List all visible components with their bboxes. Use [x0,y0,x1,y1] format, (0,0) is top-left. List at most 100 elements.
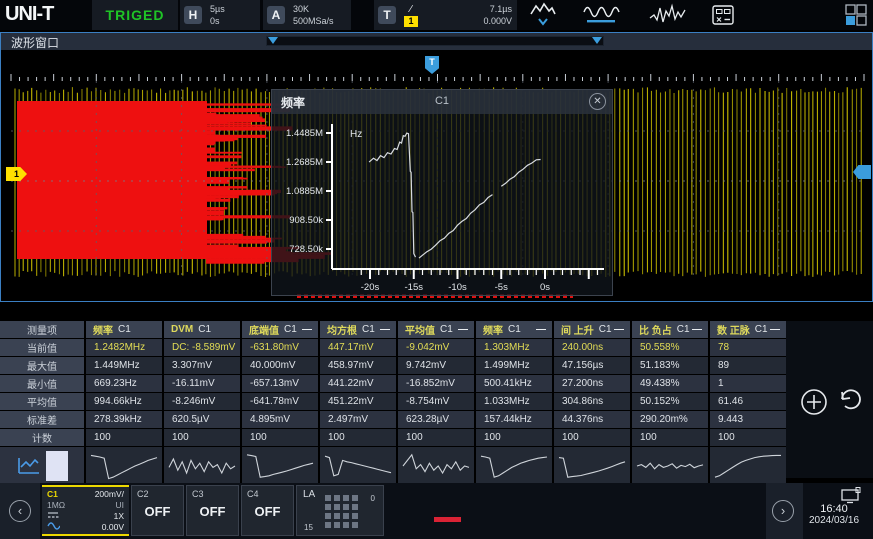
channel-c4-box[interactable]: C4OFF [241,485,294,536]
row-label-最小值: 最小值 [0,375,84,392]
channel-c3-box[interactable]: C3OFF [186,485,239,536]
svg-text:Hz: Hz [350,129,362,140]
measure-value-r4-c4: 451.22mV [320,393,396,410]
measure-value-r1-c1: 1.2482MHz [86,339,162,356]
row-label-当前值: 当前值 [0,339,84,356]
c1-bandwidth: UI [116,500,125,511]
measure-header-8[interactable]: 比 负占C1— [632,321,708,338]
range-right-handle[interactable] [592,37,602,44]
measure-value-r1-c8: 50.558% [632,339,708,356]
measure-value-r5-c2: 620.5µV [164,411,240,428]
record-indicator [434,517,461,522]
row-label-标准差: 标准差 [0,411,84,428]
table-actions [786,321,873,478]
frequency-trend-plot: 1.4485M1.2685M1.0885M908.50k728.50kHz-20… [272,114,612,295]
measure-value-r6-c6: 100 [476,429,552,446]
scroll-right-icon[interactable]: › [772,500,794,522]
time-label: 16:40 [798,503,870,515]
channel-c2-box[interactable]: C2OFF [131,485,184,536]
measure-value-r4-c8: 50.152% [632,393,708,410]
measure-value-r6-c5: 100 [398,429,474,446]
measure-header-9[interactable]: 数 正脉C1— [710,321,786,338]
trigger-panel[interactable]: T ∕ 1 7.1µs 0.000V [374,0,517,30]
trigger-key[interactable]: T [378,6,396,24]
measure-header-6[interactable]: 频率C1— [476,321,552,338]
measure-header-3[interactable]: 底端值C1— [242,321,318,338]
measure-value-r1-c6: 1.303MHz [476,339,552,356]
close-icon[interactable]: ✕ [589,93,606,110]
measure-value-r6-c1: 100 [86,429,162,446]
table-corner-label: 测量项 [0,321,84,338]
waveform-icon[interactable] [572,1,634,29]
trigger-status-panel: TRIGED [92,0,178,30]
trend-selection-box[interactable] [46,451,68,481]
popup-titlebar[interactable]: 频率 C1 ✕ [272,90,612,114]
measure-header-5[interactable]: 平均值C1— [398,321,474,338]
trigger-slope-icon: ∕ [410,4,412,15]
svg-text:908.50k: 908.50k [289,215,323,226]
scroll-left-icon[interactable]: ‹ [9,500,31,522]
measure-value-r5-c4: 2.497mV [320,411,396,428]
measure-value-r4-c5: -8.754mV [398,393,474,410]
display-layout-icon[interactable] [841,1,871,29]
measure-value-r3-c6: 500.41kHz [476,375,552,392]
measure-value-r6-c9: 100 [710,429,786,446]
measure-value-r5-c5: 623.28µV [398,411,474,428]
measure-value-r1-c5: -9.042mV [398,339,474,356]
top-status-bar: UNI-T TRIGED H 5µs 0s A 30K 500MSa/s T ∕… [0,0,873,30]
measure-value-r2-c5: 9.742mV [398,357,474,374]
acquire-key[interactable]: A [267,6,285,24]
horizontal-panel[interactable]: H 5µs 0s [180,0,260,30]
measure-header-7[interactable]: 间 上升C1— [554,321,630,338]
channel-c1-box[interactable]: C1200mV/ 1MΩUI 1X 0.00V [42,485,129,536]
acquire-panel[interactable]: A 30K 500MSa/s [263,0,351,30]
waveform-display-area[interactable]: T 1 频率 C1 ✕ 1.4485M1.2685M1.0885M908.50k… [1,50,872,301]
measure-value-r4-c3: -641.78mV [242,393,318,410]
measure-value-r3-c4: 441.22mV [320,375,396,392]
measure-value-r4-c7: 304.86ns [554,393,630,410]
waveform-window-title: 波形窗口 [11,34,59,51]
measure-value-r2-c4: 458.97mV [320,357,396,374]
la-low-bit: 15 [304,523,313,532]
measure-value-r1-c2: DC: -8.589mV [164,339,240,356]
measure-value-r6-c8: 100 [632,429,708,446]
measure-value-r1-c4: 447.17mV [320,339,396,356]
measure-value-r2-c2: 3.307mV [164,357,240,374]
sparkline-c3 [242,447,318,485]
date-label: 2024/03/16 [798,515,870,526]
svg-text:728.50k: 728.50k [289,244,323,255]
oscilloscope-screen: UNI-T TRIGED H 5µs 0s A 30K 500MSa/s T ∕… [0,0,873,539]
measure-header-1[interactable]: 频率C1 [86,321,162,338]
zoom-range-bar[interactable] [266,36,604,46]
measure-value-r2-c6: 1.499MHz [476,357,552,374]
sample-rate: 500MSa/s [293,15,334,27]
add-measure-icon[interactable] [802,390,826,414]
measure-value-r6-c4: 100 [320,429,396,446]
logic-analyzer-box[interactable]: LA 0 15 [296,485,384,536]
range-left-handle[interactable] [268,37,278,44]
trend-chart-icon[interactable] [17,455,41,477]
reset-statistics-icon[interactable] [842,390,860,408]
measure-value-r4-c9: 61.46 [710,393,786,410]
row-label-平均值: 平均值 [0,393,84,410]
svg-text:1.2685M: 1.2685M [286,157,323,168]
measure-value-r5-c9: 9.443 [710,411,786,428]
svg-text:-5s: -5s [495,282,508,293]
sparkline-c8 [632,447,708,485]
measure-value-r4-c2: -8.246mV [164,393,240,410]
trend-toggle-cell[interactable] [0,447,84,485]
horizontal-delay: 0s [210,15,225,27]
measure-header-4[interactable]: 均方根C1— [320,321,396,338]
measure-value-r3-c8: 49.438% [632,375,708,392]
measure-header-2[interactable]: DVMC1 [164,321,240,338]
auto-measure-icon[interactable] [520,1,566,29]
frequency-trend-popup[interactable]: 频率 C1 ✕ 1.4485M1.2685M1.0885M908.50k728.… [271,89,613,296]
sparkline-c4 [320,447,396,485]
measure-value-r6-c2: 100 [164,429,240,446]
calculator-icon[interactable] [700,1,746,29]
horizontal-key[interactable]: H [184,6,202,24]
signal-analysis-icon[interactable] [640,1,696,29]
measure-value-r5-c7: 44.376ns [554,411,630,428]
c1-offset: 0.00V [102,522,124,533]
measure-value-r3-c7: 27.200ns [554,375,630,392]
